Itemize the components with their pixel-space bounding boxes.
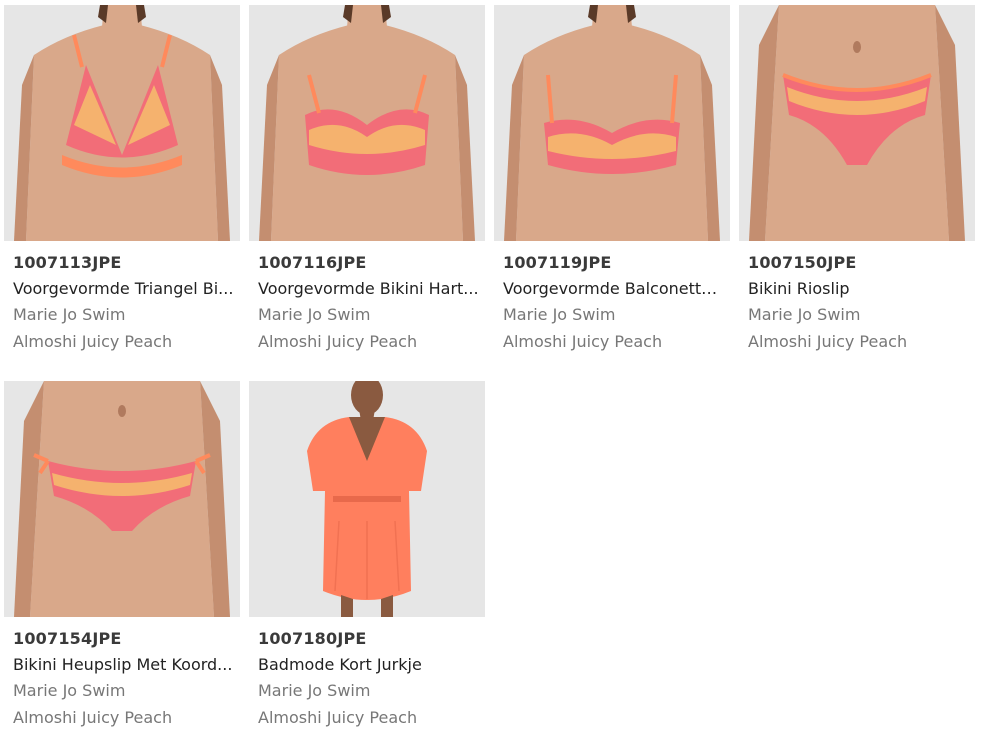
balconette-bikini-top-photo[interactable] [494, 5, 730, 241]
product-color: Almoshi Juicy Peach [258, 332, 418, 351]
product-color: Almoshi Juicy Peach [13, 332, 173, 351]
product-name[interactable]: Voorgevormde Triangel Bi... [13, 279, 235, 305]
product-card[interactable]: 1007113JPE Voorgevormde Triangel Bi... M… [4, 5, 240, 359]
product-brand: Marie Jo Swim [13, 305, 126, 324]
product-brand: Marie Jo Swim [503, 305, 616, 324]
product-code: 1007150JPE [748, 253, 857, 272]
product-color: Almoshi Juicy Peach [503, 332, 663, 351]
product-brand: Marie Jo Swim [258, 305, 371, 324]
product-name[interactable]: Voorgevormde Balconette... [503, 279, 725, 305]
product-color: Almoshi Juicy Peach [258, 708, 418, 727]
product-card[interactable]: 1007150JPE Bikini Rioslip Marie Jo Swim … [739, 5, 975, 359]
product-code: 1007154JPE [13, 629, 122, 648]
product-name[interactable]: Voorgevormde Bikini Hart... [258, 279, 480, 305]
product-card[interactable]: 1007119JPE Voorgevormde Balconette... Ma… [494, 5, 730, 359]
product-card[interactable]: 1007180JPE Badmode Kort Jurkje Marie Jo … [249, 381, 485, 735]
product-brand: Marie Jo Swim [258, 681, 371, 700]
product-code: 1007116JPE [258, 253, 367, 272]
product-name[interactable]: Badmode Kort Jurkje [258, 655, 480, 681]
tie-side-bikini-brief-photo[interactable] [4, 381, 240, 617]
triangle-bikini-top-photo[interactable] [4, 5, 240, 241]
product-code: 1007180JPE [258, 629, 367, 648]
product-color: Almoshi Juicy Peach [13, 708, 173, 727]
product-brand: Marie Jo Swim [13, 681, 126, 700]
short-beach-dress-photo[interactable] [249, 381, 485, 617]
heart-shape-bikini-top-photo[interactable] [249, 5, 485, 241]
product-code: 1007119JPE [503, 253, 612, 272]
product-code: 1007113JPE [13, 253, 122, 272]
product-brand: Marie Jo Swim [748, 305, 861, 324]
product-name[interactable]: Bikini Rioslip [748, 279, 970, 305]
rio-bikini-brief-photo[interactable] [739, 5, 975, 241]
product-card[interactable]: 1007154JPE Bikini Heupslip Met Koord... … [4, 381, 240, 735]
product-card[interactable]: 1007116JPE Voorgevormde Bikini Hart... M… [249, 5, 485, 359]
product-color: Almoshi Juicy Peach [748, 332, 908, 351]
product-name[interactable]: Bikini Heupslip Met Koord... [13, 655, 235, 681]
